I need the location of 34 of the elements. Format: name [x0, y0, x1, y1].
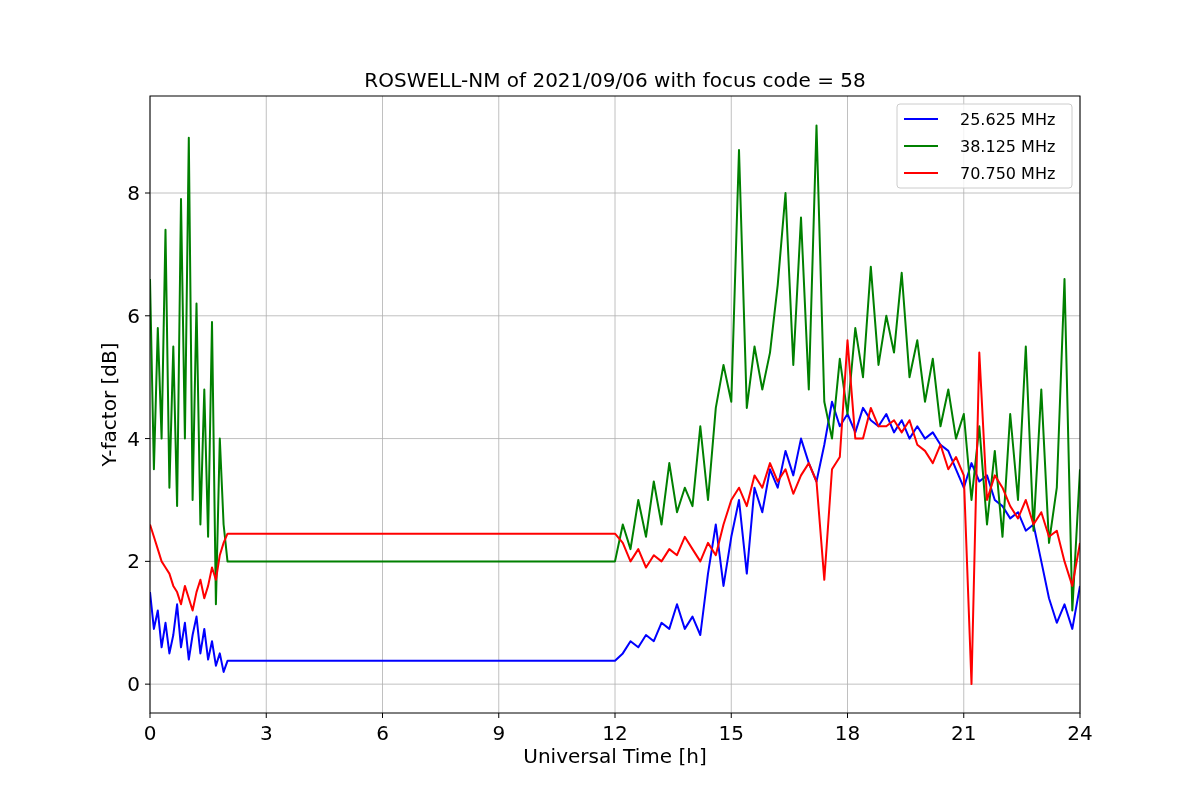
tick-label: 2	[127, 549, 140, 574]
tick-mark	[847, 712, 848, 719]
tick-label: 15	[718, 721, 744, 745]
tick-label: 8	[127, 181, 140, 205]
tick-label: 12	[602, 721, 628, 745]
tick-label: 6	[376, 721, 389, 745]
y-axis-label: Y-factor [dB]	[97, 342, 121, 467]
tick-mark	[614, 712, 616, 719]
tick-label: 18	[834, 721, 861, 745]
tick-mark	[265, 712, 267, 719]
tick-label: 4	[127, 426, 140, 451]
tick-mark	[730, 712, 732, 719]
tick-label: 3	[259, 721, 273, 745]
tick-mark	[382, 712, 383, 719]
tick-mark	[1079, 712, 1081, 719]
x-axis-label: Universal Time [h]	[523, 744, 707, 768]
tick-label: 6	[127, 303, 140, 328]
tick-label: 0	[127, 672, 140, 697]
tick-mark	[498, 712, 500, 719]
legend-label: 38.125 MHz	[960, 137, 1056, 156]
tick-label: 24	[1067, 721, 1093, 745]
tick-mark	[144, 683, 151, 685]
tick-label: 9	[492, 721, 506, 745]
tick-mark	[144, 560, 151, 562]
tick-mark	[963, 712, 965, 719]
tick-label: 0	[143, 721, 157, 745]
tick-mark	[149, 712, 151, 719]
legend-label: 70.750 MHz	[960, 164, 1056, 183]
chart-title: ROSWELL-NM of 2021/09/06 with focus code = 58	[364, 68, 866, 92]
tick-label: 21	[951, 721, 977, 745]
legend-label: 25.625 MHz	[960, 110, 1056, 129]
tick-mark	[144, 192, 151, 194]
tick-mark	[144, 438, 151, 440]
tick-mark	[144, 315, 151, 317]
